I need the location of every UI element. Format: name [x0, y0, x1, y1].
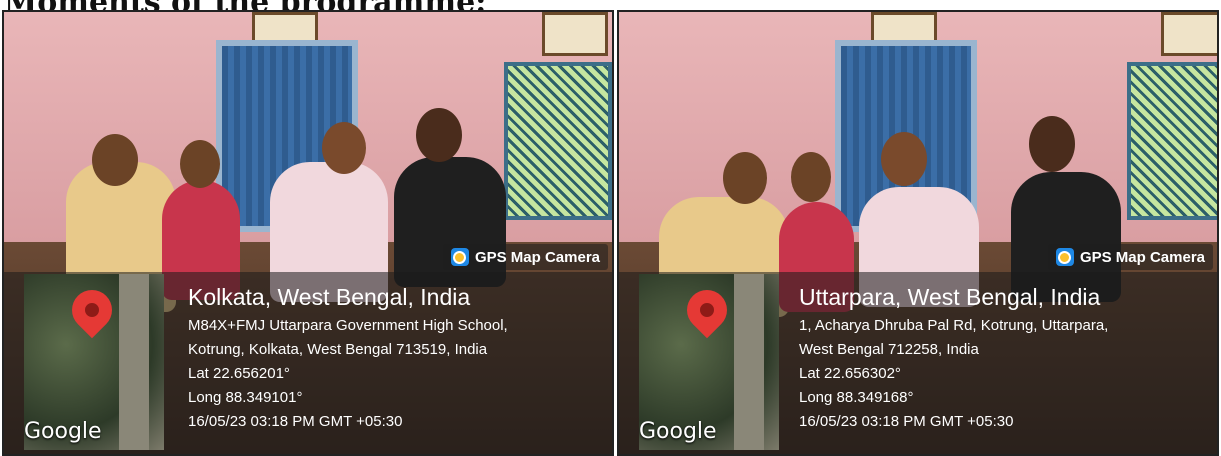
- satellite-mini-map: Google: [639, 274, 779, 450]
- location-details: Kolkata, West Bengal, India M84X+FMJ Utt…: [188, 282, 508, 434]
- latitude: Lat 22.656201°: [188, 365, 290, 382]
- person-head: [881, 132, 927, 186]
- gps-camera-logo-icon: [450, 248, 469, 266]
- wall-frame: [1161, 12, 1217, 56]
- person-head: [92, 134, 138, 186]
- person-head: [322, 122, 366, 174]
- location-title: Uttarpara, West Bengal, India: [799, 284, 1101, 310]
- person-head: [1029, 116, 1075, 172]
- person-head: [723, 152, 767, 204]
- longitude: Long 88.349168°: [799, 389, 914, 406]
- google-logo: Google: [639, 419, 717, 444]
- timestamp: 16/05/23 03:18 PM GMT +05:30: [799, 413, 1014, 430]
- address-line-2: West Bengal 712258, India: [799, 341, 979, 358]
- gps-map-camera-badge: GPS Map Camera: [1047, 244, 1213, 270]
- location-details: Uttarpara, West Bengal, India 1, Acharya…: [799, 282, 1108, 434]
- map-road: [734, 274, 764, 450]
- timestamp: 16/05/23 03:18 PM GMT +05:30: [188, 413, 403, 430]
- photo-2: GPS Map Camera Google Uttarpara, West Be…: [617, 10, 1219, 456]
- longitude: Long 88.349101°: [188, 389, 303, 406]
- wall-frame: [542, 12, 608, 56]
- person-head: [791, 152, 831, 202]
- address-line-2: Kotrung, Kolkata, West Bengal 713519, In…: [188, 341, 488, 358]
- satellite-mini-map: Google: [24, 274, 164, 450]
- gps-camera-logo-icon: [1055, 248, 1074, 266]
- person-head: [180, 140, 220, 188]
- gps-map-camera-badge: GPS Map Camera: [442, 244, 608, 270]
- gps-badge-label: GPS Map Camera: [474, 248, 600, 266]
- location-title: Kolkata, West Bengal, India: [188, 284, 471, 310]
- gps-badge-label: GPS Map Camera: [1079, 248, 1205, 266]
- person-head: [416, 108, 462, 162]
- map-pin-icon: [63, 281, 121, 339]
- photo-1: GPS Map Camera Google Kolkata, West Beng…: [2, 10, 614, 456]
- address-line-1: 1, Acharya Dhruba Pal Rd, Kotrung, Uttar…: [799, 317, 1109, 334]
- window: [1127, 62, 1217, 220]
- address-line-1: M84X+FMJ Uttarpara Government High Schoo…: [188, 317, 508, 334]
- map-road: [119, 274, 149, 450]
- google-logo: Google: [24, 419, 102, 444]
- window: [504, 62, 612, 220]
- latitude: Lat 22.656302°: [799, 365, 901, 382]
- map-pin-icon: [678, 281, 736, 339]
